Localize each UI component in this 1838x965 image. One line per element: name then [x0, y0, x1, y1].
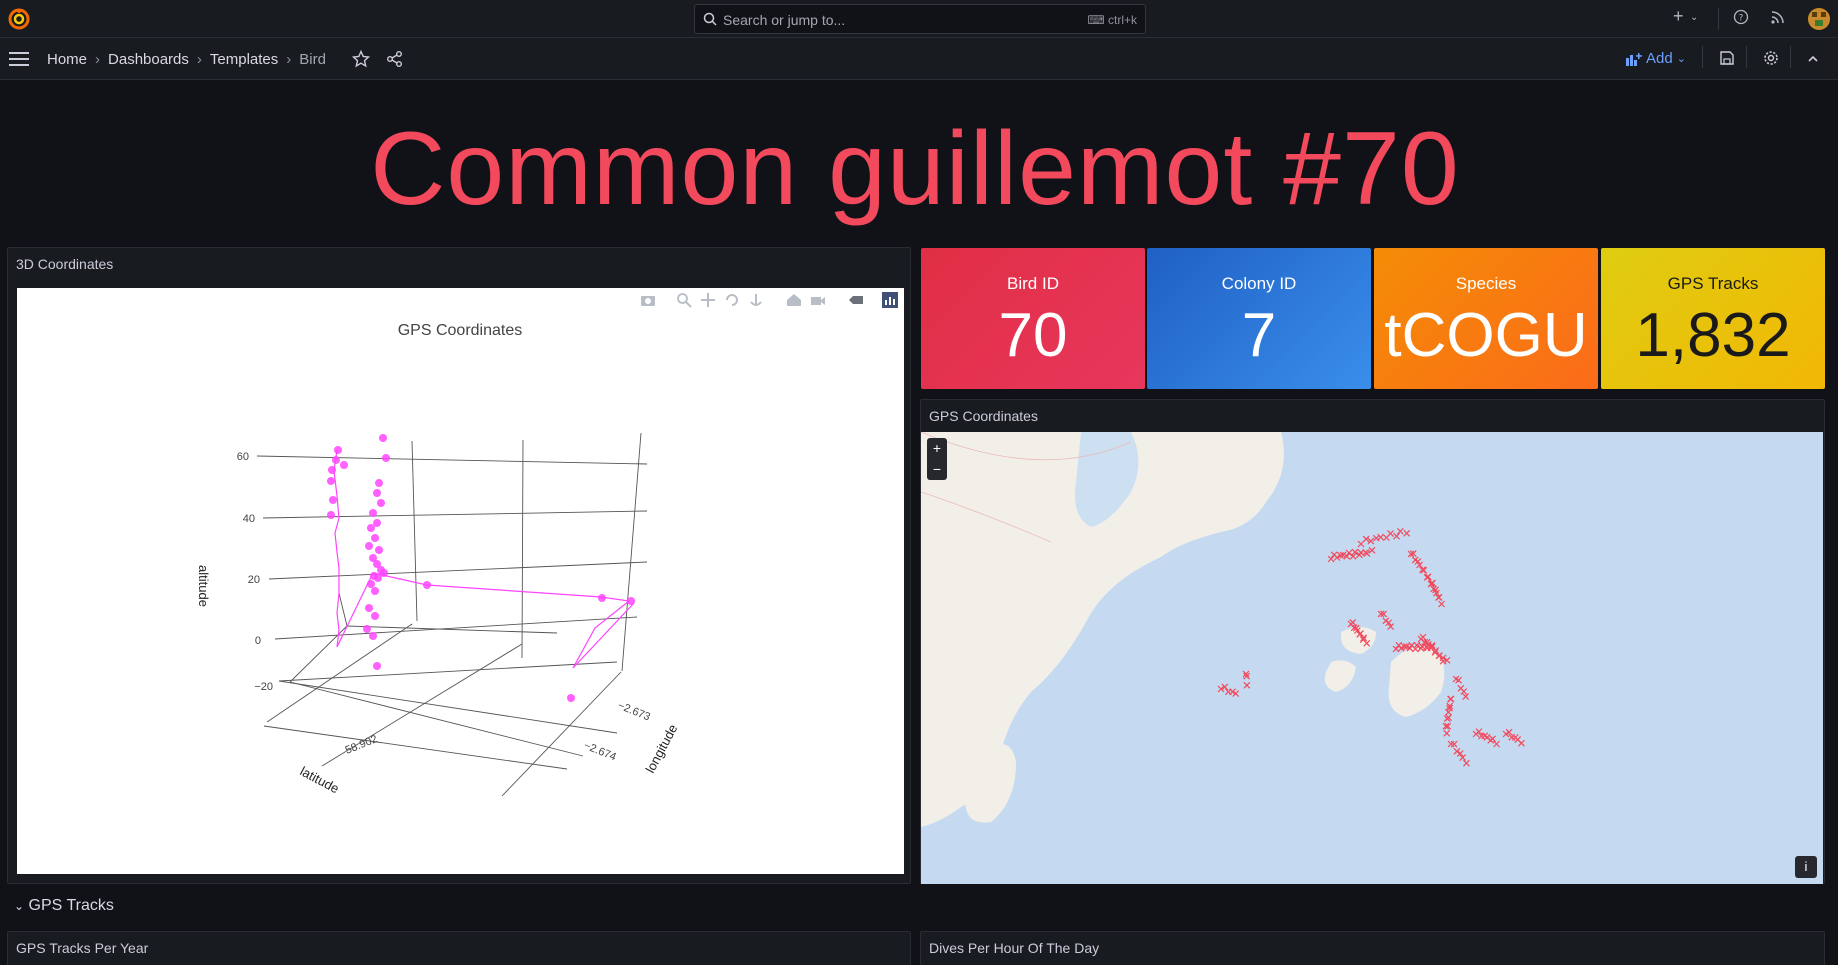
stat-value: tCOGU — [1384, 301, 1588, 370]
add-panel-icon — [1626, 52, 1642, 66]
row-title: GPS Tracks — [28, 897, 114, 914]
video-camera-icon[interactable] — [810, 292, 826, 308]
divider — [1790, 46, 1791, 68]
dashboard-title: Common guillemot #70 — [370, 111, 1460, 227]
longitude-tick: −2.674 — [582, 740, 618, 764]
chevron-down-icon: ⌄ — [14, 899, 25, 913]
menu-icon[interactable] — [9, 51, 29, 67]
avatar[interactable] — [1808, 8, 1830, 30]
camera-icon[interactable] — [640, 292, 656, 308]
latitude-tick: 58.902 — [344, 733, 380, 757]
latitude-axis-label: latitude — [298, 763, 342, 796]
divider — [1718, 8, 1719, 30]
breadcrumb-current: Bird — [299, 51, 326, 68]
help-icon[interactable]: ? — [1733, 9, 1749, 25]
star-icon[interactable] — [352, 50, 370, 68]
pan-icon[interactable] — [700, 292, 716, 308]
longitude-axis-label: longitude — [642, 722, 680, 776]
stat-value: 7 — [1241, 301, 1277, 370]
hover-tag-icon[interactable] — [848, 292, 864, 308]
turntable-rotation-icon[interactable] — [748, 292, 764, 308]
chevron-down-icon: ⌄ — [1676, 53, 1686, 65]
geomap[interactable]: + − i — [921, 432, 1823, 884]
panel-title[interactable]: GPS Tracks Per Year — [16, 940, 148, 956]
search-icon — [703, 12, 717, 26]
divider — [1702, 46, 1703, 68]
stat-label: Colony ID — [1221, 274, 1297, 293]
row-gps-tracks[interactable]: ⌄ GPS Tracks — [14, 897, 114, 915]
stat-bird-id[interactable]: Bird ID 70 — [921, 248, 1145, 389]
plot-3d-scene[interactable]: GPS Coordinates 60 40 20 0 −20 58.902 −2… — [17, 288, 904, 874]
panel-title[interactable]: Dives Per Hour Of The Day — [929, 940, 1099, 956]
zoom-in-button[interactable]: + — [927, 438, 947, 459]
track-points — [327, 434, 635, 702]
longitude-tick: −2.673 — [616, 700, 652, 724]
grafana-logo-icon[interactable] — [8, 8, 30, 30]
breadcrumb: Home › Dashboards › Templates › Bird — [47, 51, 326, 68]
orbit-rotation-icon[interactable] — [724, 292, 740, 308]
rss-icon[interactable] — [1770, 9, 1786, 25]
stat-colony-id[interactable]: Colony ID 7 — [1147, 248, 1371, 389]
breadcrumb-home[interactable]: Home — [47, 51, 87, 68]
plotly-logo-icon[interactable] — [882, 292, 898, 308]
share-icon[interactable] — [386, 50, 404, 68]
map-tiles — [921, 432, 1823, 884]
stat-species[interactable]: Species tCOGU — [1374, 248, 1598, 389]
map-info-button[interactable]: i — [1795, 856, 1817, 878]
stat-label: Bird ID — [1007, 274, 1059, 293]
zoom-icon[interactable] — [676, 292, 692, 308]
plotly-3d-plot[interactable]: GPS Coordinates 60 40 20 0 −20 58.902 −2… — [17, 288, 904, 874]
breadcrumb-dashboards[interactable]: Dashboards — [108, 51, 189, 68]
panel-gps-map: GPS Coordinates + − i — [920, 399, 1825, 884]
altitude-tick: 0 — [255, 635, 261, 647]
search-input[interactable]: Search or jump to... ⌨ ctrl+k — [694, 4, 1146, 34]
svg-text:?: ? — [1739, 14, 1744, 24]
search-placeholder: Search or jump to... — [723, 12, 846, 28]
map-zoom-control: + − — [927, 438, 947, 480]
altitude-tick: 60 — [237, 451, 249, 463]
panel-dives-per-hour: Dives Per Hour Of The Day — [920, 931, 1825, 965]
panel-3d-coordinates: 3D Coordinates GPS Coordinates 60 40 20 … — [7, 247, 911, 884]
altitude-axis-label: altitude — [196, 565, 211, 607]
top-bar: Search or jump to... ⌨ ctrl+k + ⌄ ? — [0, 0, 1838, 38]
gear-icon[interactable] — [1763, 50, 1779, 66]
chevron-up-icon[interactable] — [1806, 52, 1820, 66]
search-shortcut-hint: ⌨ ctrl+k — [1087, 13, 1137, 27]
plot-modebar — [640, 292, 898, 308]
panel-title[interactable]: 3D Coordinates — [16, 256, 113, 272]
panel-gps-tracks-per-year: GPS Tracks Per Year — [7, 931, 911, 965]
home-icon[interactable] — [786, 292, 802, 308]
add-button[interactable]: Add ⌄ — [1626, 50, 1686, 67]
stat-label: Species — [1455, 274, 1517, 293]
dashboard-nav-bar: Home › Dashboards › Templates › Bird Add… — [0, 38, 1838, 80]
altitude-tick: −20 — [254, 681, 273, 693]
stat-gps-tracks[interactable]: GPS Tracks 1,832 — [1601, 248, 1825, 389]
zoom-out-button[interactable]: − — [927, 459, 947, 480]
stat-value: 70 — [998, 301, 1068, 370]
divider — [1746, 46, 1747, 68]
breadcrumb-templates[interactable]: Templates — [210, 51, 278, 68]
altitude-tick: 40 — [243, 513, 255, 525]
altitude-tick: 20 — [248, 574, 260, 586]
plus-icon[interactable]: + — [1673, 6, 1684, 27]
chevron-down-icon[interactable]: ⌄ — [1690, 12, 1698, 23]
plot-title: GPS Coordinates — [398, 322, 523, 339]
add-button-label: Add — [1646, 50, 1673, 67]
save-icon[interactable] — [1719, 50, 1735, 66]
stat-value: 1,832 — [1635, 301, 1791, 370]
panel-title[interactable]: GPS Coordinates — [929, 408, 1038, 424]
stat-label: GPS Tracks — [1667, 274, 1759, 293]
